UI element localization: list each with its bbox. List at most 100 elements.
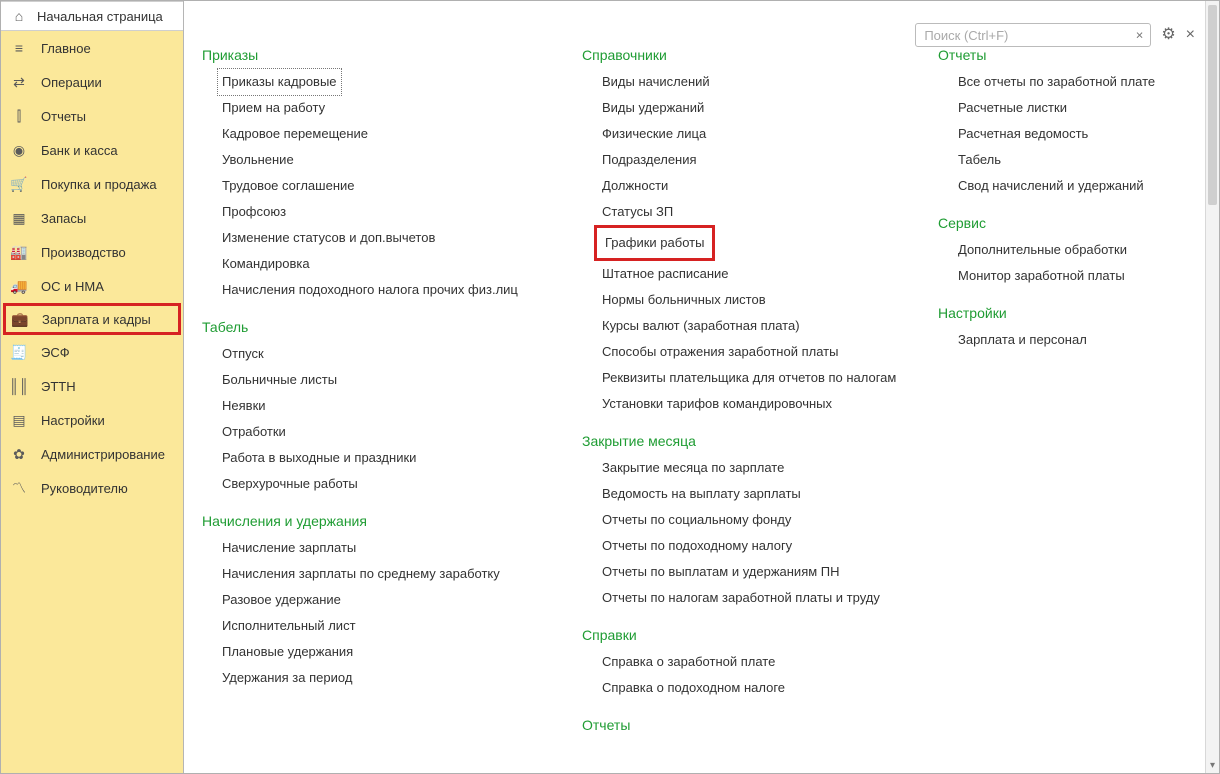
sidebar-item-ettn[interactable]: ║║ЭТТН — [1, 369, 183, 403]
menu-link[interactable]: Прием на работу — [222, 95, 325, 121]
menu-link[interactable]: Командировка — [222, 251, 310, 277]
menu-link[interactable]: Виды удержаний — [602, 95, 704, 121]
link-row: Начисления подоходного налога прочих физ… — [202, 277, 554, 303]
menu-link[interactable]: Приказы кадровые — [220, 71, 339, 93]
sidebar-item-reports[interactable]: ⫿Отчеты — [1, 99, 183, 133]
section-title: Справочники — [582, 41, 910, 69]
sidebar-home[interactable]: ⌂ Начальная страница — [1, 1, 183, 31]
menu-link[interactable]: Исполнительный лист — [222, 613, 356, 639]
sidebar-item-main[interactable]: ≡Главное — [1, 31, 183, 65]
sidebar-item-label: ЭТТН — [41, 379, 76, 394]
menu-link[interactable]: Монитор заработной платы — [958, 263, 1125, 289]
sidebar-item-bank[interactable]: ◉Банк и касса — [1, 133, 183, 167]
link-row: Начисления зарплаты по среднему заработк… — [202, 561, 554, 587]
menu-link[interactable]: Табель — [958, 147, 1001, 173]
sidebar-item-salary-icon: 💼 — [12, 311, 28, 327]
menu-link[interactable]: Расчетная ведомость — [958, 121, 1088, 147]
sidebar-item-salary[interactable]: 💼Зарплата и кадры — [3, 303, 181, 335]
menu-link[interactable]: Отработки — [222, 419, 286, 445]
menu-link[interactable]: Отпуск — [222, 341, 264, 367]
menu-link[interactable]: Дополнительные обработки — [958, 237, 1127, 263]
menu-link[interactable]: Способы отражения заработной платы — [602, 339, 838, 365]
menu-link[interactable]: Начисления подоходного налога прочих физ… — [222, 277, 518, 303]
menu-link[interactable]: Справка о заработной плате — [602, 649, 775, 675]
sidebar-item-esf[interactable]: 🧾 ЭСФ — [1, 335, 183, 369]
menu-link[interactable]: Работа в выходные и праздники — [222, 445, 416, 471]
menu-link[interactable]: Отчеты по подоходному налогу — [602, 533, 792, 559]
menu-link[interactable]: Изменение статусов и доп.вычетов — [222, 225, 435, 251]
menu-link[interactable]: Плановые удержания — [222, 639, 353, 665]
menu-link[interactable]: Зарплата и персонал — [958, 327, 1087, 353]
link-row: Разовое удержание — [202, 587, 554, 613]
link-row: Начисление зарплаты — [202, 535, 554, 561]
link-row: Штатное расписание — [582, 261, 910, 287]
section: СправочникиВиды начисленийВиды удержаний… — [582, 41, 910, 417]
section-title: Справки — [582, 621, 910, 649]
sidebar-item-label: Покупка и продажа — [41, 177, 157, 192]
link-row: Командировка — [202, 251, 554, 277]
scrollbar-thumb[interactable] — [1208, 5, 1217, 205]
sidebar-item-manager-icon: 〽 — [11, 480, 27, 496]
scrollbar[interactable]: ▾ — [1205, 1, 1219, 773]
highlight-box: Графики работы — [594, 225, 715, 261]
sidebar-item-reports-icon: ⫿ — [11, 108, 27, 124]
menu-link[interactable]: Отчеты по социальному фонду — [602, 507, 791, 533]
sidebar-item-operations[interactable]: ⇄ Операции — [1, 65, 183, 99]
sidebar-item-stock[interactable]: ▦Запасы — [1, 201, 183, 235]
menu-link[interactable]: Установки тарифов командировочных — [602, 391, 832, 417]
sidebar-item-label: Операции — [41, 75, 102, 90]
link-row: Расчетные листки — [938, 95, 1168, 121]
section: Начисления и удержанияНачисление зарплат… — [202, 507, 554, 691]
sidebar-item-esf-icon: 🧾 — [11, 344, 27, 360]
sidebar-item-operations-icon: ⇄ — [11, 74, 27, 90]
menu-link[interactable]: Отчеты по выплатам и удержаниям ПН — [602, 559, 840, 585]
menu-link[interactable]: Справка о подоходном налоге — [602, 675, 785, 701]
sidebar-item-production[interactable]: 🏭Производство — [1, 235, 183, 269]
sidebar-item-manager[interactable]: 〽Руководителю — [1, 471, 183, 505]
link-row: Физические лица — [582, 121, 910, 147]
menu-link[interactable]: Удержания за период — [222, 665, 352, 691]
menu-link[interactable]: Трудовое соглашение — [222, 173, 355, 199]
menu-link[interactable]: Графики работы — [605, 232, 704, 254]
sidebar-item-admin[interactable]: ✿Администрирование — [1, 437, 183, 471]
menu-link[interactable]: Курсы валют (заработная плата) — [602, 313, 800, 339]
menu-link[interactable]: Нормы больничных листов — [602, 287, 766, 313]
menu-link[interactable]: Начисление зарплаты — [222, 535, 356, 561]
menu-link[interactable]: Кадровое перемещение — [222, 121, 368, 147]
menu-link[interactable]: Больничные листы — [222, 367, 337, 393]
menu-link[interactable]: Штатное расписание — [602, 261, 729, 287]
sidebar-item-main-icon: ≡ — [11, 40, 27, 56]
link-row: Трудовое соглашение — [202, 173, 554, 199]
menu-link[interactable]: Статусы ЗП — [602, 199, 673, 225]
menu-link[interactable]: Начисления зарплаты по среднему заработк… — [222, 561, 500, 587]
link-row: Статусы ЗП — [582, 199, 910, 225]
menu-link[interactable]: Подразделения — [602, 147, 697, 173]
link-row: Плановые удержания — [202, 639, 554, 665]
link-row: Работа в выходные и праздники — [202, 445, 554, 471]
sidebar-item-label: ЭСФ — [41, 345, 70, 360]
column-1: ПриказыПриказы кадровыеПрием на работуКа… — [202, 37, 554, 749]
link-row: Отработки — [202, 419, 554, 445]
link-row: Справка о подоходном налоге — [582, 675, 910, 701]
menu-link[interactable]: Должности — [602, 173, 668, 199]
menu-link[interactable]: Ведомость на выплату зарплаты — [602, 481, 801, 507]
menu-link[interactable]: Свод начислений и удержаний — [958, 173, 1144, 199]
menu-link[interactable]: Реквизиты плательщика для отчетов по нал… — [602, 365, 896, 391]
menu-link[interactable]: Расчетные листки — [958, 95, 1067, 121]
menu-link[interactable]: Неявки — [222, 393, 266, 419]
menu-link[interactable]: Увольнение — [222, 147, 294, 173]
scrollbar-down-icon[interactable]: ▾ — [1206, 760, 1219, 771]
section-title: Табель — [202, 313, 554, 341]
menu-link[interactable]: Все отчеты по заработной плате — [958, 69, 1155, 95]
sidebar-item-sales[interactable]: 🛒Покупка и продажа — [1, 167, 183, 201]
section-title: Сервис — [938, 209, 1168, 237]
menu-link[interactable]: Разовое удержание — [222, 587, 341, 613]
menu-link[interactable]: Отчеты по налогам заработной платы и тру… — [602, 585, 880, 611]
menu-link[interactable]: Сверхурочные работы — [222, 471, 358, 497]
menu-link[interactable]: Профсоюз — [222, 199, 286, 225]
menu-link[interactable]: Закрытие месяца по зарплате — [602, 455, 784, 481]
sidebar-item-settings[interactable]: ▤Настройки — [1, 403, 183, 437]
sidebar-item-assets[interactable]: 🚚ОС и НМА — [1, 269, 183, 303]
menu-link[interactable]: Физические лица — [602, 121, 706, 147]
menu-link[interactable]: Виды начислений — [602, 69, 710, 95]
